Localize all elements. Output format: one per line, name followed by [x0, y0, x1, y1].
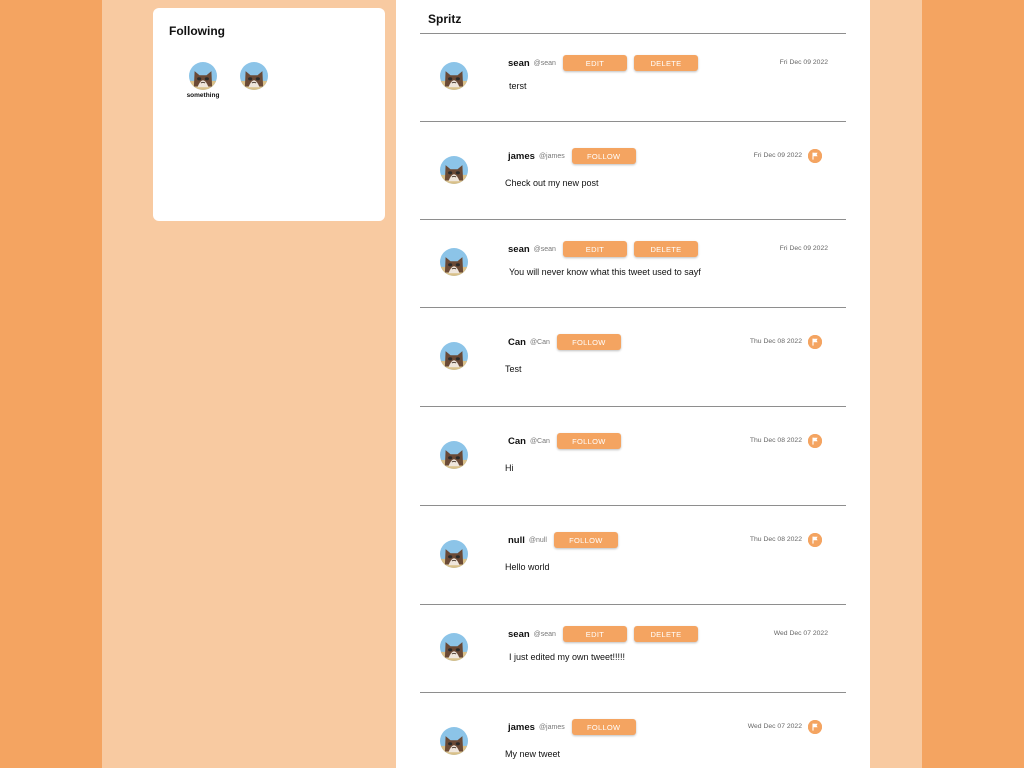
- edit-button[interactable]: EDIT: [562, 241, 627, 257]
- feed-panel: Spritz sean @sean EDIT DELETE Fri Dec 09 202…: [396, 0, 870, 768]
- tweet-header: james @james FOLLOW: [508, 148, 636, 164]
- tweet-date: Fri Dec 09 2022: [779, 245, 828, 252]
- tweet-row: null @null FOLLOW Thu Dec 08 2022 Hello worl…: [420, 506, 846, 605]
- tweet-header: Can @Can FOLLOW: [508, 433, 621, 449]
- tweet-text: Test: [505, 364, 522, 374]
- flag-icon[interactable]: [808, 434, 822, 448]
- avatar[interactable]: [440, 727, 468, 755]
- author-handle: @james: [538, 723, 565, 731]
- tweet-date: Thu Dec 08 2022: [749, 536, 802, 543]
- avatar[interactable]: [440, 342, 468, 370]
- tweet-header: sean @sean EDIT DELETE: [508, 55, 698, 71]
- tweet-text: I just edited my own tweet!!!!!: [509, 652, 626, 662]
- avatar: [189, 62, 217, 90]
- tweet-text: Check out my new post: [505, 178, 599, 188]
- avatar[interactable]: [440, 633, 468, 661]
- tweet-text: You will never know what this tweet used…: [509, 267, 701, 277]
- tweet-header: Can @Can FOLLOW: [508, 334, 621, 350]
- following-user[interactable]: something: [178, 62, 228, 99]
- author-handle: @sean: [533, 245, 556, 253]
- tweet-date: Fri Dec 09 2022: [779, 59, 828, 66]
- author-handle: @sean: [533, 59, 556, 67]
- tweet-header: null @null FOLLOW: [508, 532, 618, 548]
- author-handle: @Can: [529, 437, 550, 445]
- flag-icon[interactable]: [808, 335, 822, 349]
- tweet-row: james @james FOLLOW Wed Dec 07 2022 My new t…: [420, 693, 846, 768]
- author-handle: @james: [538, 152, 565, 160]
- tweet-date: Wed Dec 07 2022: [773, 630, 828, 637]
- author-name[interactable]: Can: [508, 337, 526, 348]
- following-list: something: [153, 8, 385, 221]
- tweet-text: Hello world: [505, 562, 550, 572]
- flag-icon[interactable]: [808, 149, 822, 163]
- delete-button[interactable]: DELETE: [633, 241, 698, 257]
- follow-button[interactable]: FOLLOW: [556, 334, 621, 350]
- author-name[interactable]: sean: [508, 58, 530, 69]
- tweet-row: sean @sean EDIT DELETE Fri Dec 09 2022 You wi…: [420, 220, 846, 308]
- edit-button[interactable]: EDIT: [562, 55, 627, 71]
- follow-button[interactable]: FOLLOW: [571, 719, 636, 735]
- tweet-row: sean @sean EDIT DELETE Wed Dec 07 2022 I just…: [420, 605, 846, 693]
- follow-button[interactable]: FOLLOW: [571, 148, 636, 164]
- tweet-text: terst: [509, 81, 527, 91]
- author-name[interactable]: james: [508, 722, 535, 733]
- avatar[interactable]: [440, 156, 468, 184]
- tweet-list: sean @sean EDIT DELETE Fri Dec 09 2022 terst j…: [396, 0, 870, 768]
- following-username: something: [186, 92, 220, 99]
- author-name[interactable]: Can: [508, 436, 526, 447]
- author-handle: @Can: [529, 338, 550, 346]
- tweet-row: james @james FOLLOW Fri Dec 09 2022 Check ou…: [420, 122, 846, 220]
- delete-button[interactable]: DELETE: [633, 55, 698, 71]
- avatar[interactable]: [440, 248, 468, 276]
- flag-icon[interactable]: [808, 533, 822, 547]
- avatar[interactable]: [440, 441, 468, 469]
- tweet-header: sean @sean EDIT DELETE: [508, 241, 698, 257]
- flag-icon[interactable]: [808, 720, 822, 734]
- tweet-row: sean @sean EDIT DELETE Fri Dec 09 2022 terst: [420, 34, 846, 122]
- author-handle: @sean: [533, 630, 556, 638]
- tweet-date: Thu Dec 08 2022: [749, 338, 802, 345]
- author-handle: @null: [528, 536, 547, 544]
- tweet-text: My new tweet: [505, 749, 561, 759]
- author-name[interactable]: james: [508, 151, 535, 162]
- following-card: Following something: [153, 8, 385, 221]
- follow-button[interactable]: FOLLOW: [556, 433, 621, 449]
- follow-button[interactable]: FOLLOW: [553, 532, 618, 548]
- author-name[interactable]: sean: [508, 629, 530, 640]
- avatar[interactable]: [440, 62, 468, 90]
- tweet-row: Can @Can FOLLOW Thu Dec 08 2022 Hi: [420, 407, 846, 506]
- tweet-text: Hi: [505, 463, 514, 473]
- tweet-date: Fri Dec 09 2022: [753, 152, 802, 159]
- author-name[interactable]: sean: [508, 244, 530, 255]
- tweet-date: Thu Dec 08 2022: [749, 437, 802, 444]
- edit-button[interactable]: EDIT: [562, 626, 627, 642]
- tweet-row: Can @Can FOLLOW Thu Dec 08 2022 Test: [420, 308, 846, 407]
- tweet-header: sean @sean EDIT DELETE: [508, 626, 698, 642]
- avatar: [240, 62, 268, 90]
- tweet-header: james @james FOLLOW: [508, 719, 636, 735]
- tweet-date: Wed Dec 07 2022: [747, 723, 802, 730]
- author-name[interactable]: null: [508, 535, 525, 546]
- avatar[interactable]: [440, 540, 468, 568]
- delete-button[interactable]: DELETE: [633, 626, 698, 642]
- following-user[interactable]: [229, 62, 279, 90]
